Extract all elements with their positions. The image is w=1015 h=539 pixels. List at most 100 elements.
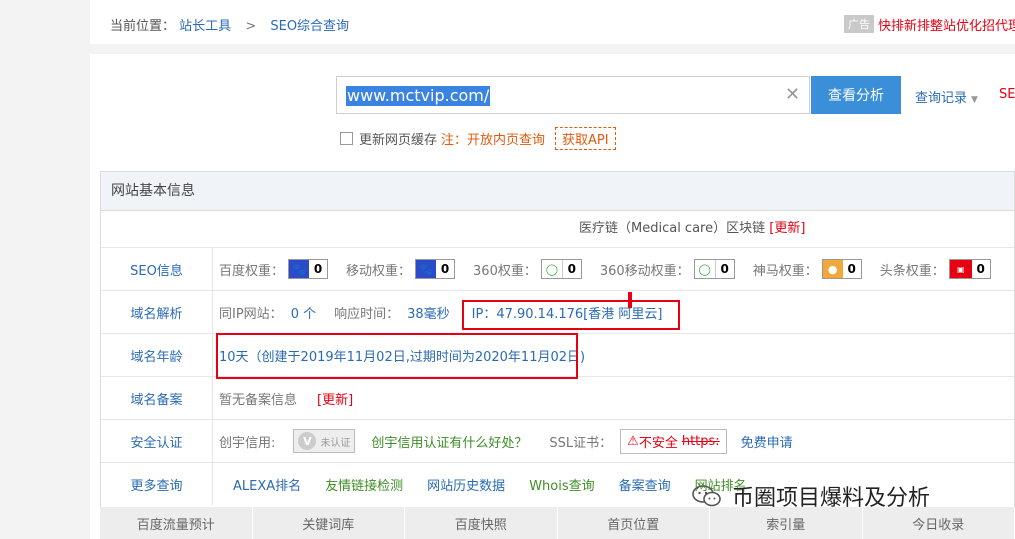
tab-home-position[interactable]: 首页位置: [558, 507, 710, 539]
same-ip-link[interactable]: 0 个: [291, 303, 316, 322]
more-label: 更多查询: [101, 463, 213, 505]
breadcrumb-prefix: 当前位置：: [110, 19, 176, 34]
weight-value: 0: [436, 260, 455, 278]
watermark-text: 币圈项目爆料及分析: [732, 486, 931, 511]
shield-icon: V: [298, 432, 317, 450]
watermark: 币圈项目爆料及分析: [692, 480, 930, 512]
security-label: 安全认证: [101, 420, 213, 462]
weight-label: 头条权重：: [879, 263, 945, 279]
baidu-paw-icon: 🐾: [416, 260, 437, 278]
trust-benefit-link[interactable]: 创宇信用认证有什么好处？: [371, 432, 527, 451]
se-link[interactable]: SE: [999, 87, 1015, 102]
weight-value: 0: [309, 260, 328, 278]
domain-age-label: 域名年龄: [101, 334, 213, 376]
seo-weights: 百度权重： 🐾 0 移动权重： 🐾 0 360权重： ◯ 0 360移动权重： ◯ 0 …: [213, 248, 1009, 290]
weight-value: 0: [715, 260, 734, 278]
inner-page-note-link[interactable]: 注：开放内页查询: [441, 129, 545, 148]
security-content: 创宇信用: V 未认证 创宇信用认证有什么好处？ SSL证书： ⚠ 不安全 https…: [213, 420, 793, 462]
trust-badge[interactable]: V 未认证: [293, 429, 356, 453]
icp-value: 暂无备案信息: [219, 392, 298, 408]
site-info-title: 网站基本信息: [101, 172, 1014, 211]
weight-label: 百度权重：: [219, 263, 285, 279]
get-api-button[interactable]: 获取API: [555, 127, 616, 150]
icp-label: 域名备案: [101, 377, 213, 419]
trust-label: 创宇信用:: [219, 435, 276, 451]
tab-baidu-traffic[interactable]: 百度流量预计: [100, 507, 253, 539]
breadcrumb: 当前位置： 站长工具 > SEO综合查询: [110, 15, 349, 34]
free-apply-link[interactable]: 免费申请: [741, 432, 793, 451]
seo-row: SEO信息 百度权重： 🐾 0 移动权重： 🐾 0 360权重： ◯ 0 360移动权…: [101, 248, 1014, 291]
ad-link[interactable]: 快排新排整站优化招代理: [878, 15, 1015, 34]
shenma-weight[interactable]: 神马权重： ● 0: [753, 259, 862, 279]
breadcrumb-separator: >: [245, 19, 257, 34]
search-options: 更新网页缓存 注：开放内页查询 获取API: [340, 127, 616, 150]
more-links: ALEXA排名 友情链接检测 网站历史数据 Whois查询 备案查询 网站排名: [213, 463, 771, 505]
trust-badge-text: 未认证: [320, 437, 351, 449]
icp-query-link[interactable]: 备案查询: [619, 475, 671, 494]
ssl-warn-text: 不安全: [638, 435, 678, 451]
mobile-weight[interactable]: 移动权重： 🐾 0: [346, 259, 456, 279]
whois-link[interactable]: Whois查询: [529, 475, 594, 494]
history-dropdown[interactable]: 查询记录 ▼: [915, 87, 978, 106]
toutiao-icon: ▣: [949, 260, 972, 278]
blockchain-row: 医疗链（Medical care）区块链 [更新]: [101, 211, 1014, 248]
weight-badge: 🐾 0: [415, 259, 456, 279]
360-weight[interactable]: 360权重： ◯ 0: [473, 259, 582, 279]
alexa-link[interactable]: ALEXA排名: [233, 475, 301, 494]
weight-label: 360移动权重：: [599, 263, 690, 279]
weight-value: 0: [562, 260, 581, 278]
highlight-marker: [628, 292, 632, 308]
weight-badge: ● 0: [821, 259, 862, 279]
chevron-down-icon: ▼: [971, 95, 978, 105]
weight-badge: ◯ 0: [540, 259, 582, 279]
ssl-label: SSL证书：: [549, 435, 613, 451]
warning-icon: ⚠: [627, 433, 639, 449]
highlight-ip-box: [462, 300, 680, 330]
chain-update-link[interactable]: [更新]: [769, 221, 805, 236]
icp-update-link[interactable]: [更新]: [317, 389, 353, 408]
breadcrumb-current-link[interactable]: SEO综合查询: [270, 19, 349, 34]
360-icon: ◯: [694, 260, 716, 278]
360-mobile-weight[interactable]: 360移动权重： ◯ 0: [600, 259, 735, 279]
breadcrumb-home-link[interactable]: 站长工具: [179, 19, 231, 34]
toutiao-weight[interactable]: 头条权重： ▣ 0: [880, 259, 991, 279]
shenma-icon: ●: [822, 260, 843, 278]
security-row: 安全认证 创宇信用: V 未认证 创宇信用认证有什么好处？ SSL证书： ⚠ 不安全…: [101, 420, 1014, 463]
icp-row: 域名备案 暂无备案信息 [更新]: [101, 377, 1014, 420]
main-panel: www.mctvip.com/ ✕ 查看分析 查询记录 ▼ SE 更新网页缓存 注…: [90, 54, 1015, 539]
search-box: www.mctvip.com/ ✕: [336, 76, 810, 114]
dns-label: 域名解析: [101, 291, 213, 333]
refresh-cache-checkbox[interactable]: [340, 132, 353, 145]
ssl-badge[interactable]: ⚠ 不安全 https:: [620, 428, 727, 454]
weight-value: 0: [842, 260, 861, 278]
360-icon: ◯: [541, 260, 563, 278]
analyze-button[interactable]: 查看分析: [811, 76, 901, 114]
friend-link-check[interactable]: 友情链接检测: [325, 475, 403, 494]
icp-content: 暂无备案信息 [更新]: [213, 377, 353, 419]
refresh-cache-label: 更新网页缓存: [359, 133, 438, 148]
weight-badge: ◯ 0: [693, 259, 735, 279]
weight-label: 360权重：: [473, 263, 537, 279]
weight-label: 移动权重：: [346, 263, 412, 279]
weight-value: 0: [971, 260, 990, 278]
search-input[interactable]: www.mctvip.com/: [346, 86, 491, 106]
response-time-value: 38毫秒: [407, 306, 450, 322]
weight-badge: ▣ 0: [948, 259, 991, 279]
ad-tag: 广告: [844, 15, 874, 33]
response-time-label: 响应时间：: [334, 306, 400, 322]
baidu-weight[interactable]: 百度权重： 🐾 0: [219, 259, 329, 279]
weight-badge: 🐾 0: [288, 259, 329, 279]
seo-label: SEO信息: [101, 248, 213, 290]
highlight-age-box: [216, 333, 578, 379]
tab-baidu-snapshot[interactable]: 百度快照: [405, 507, 558, 539]
weight-label: 神马权重：: [752, 263, 818, 279]
baidu-paw-icon: 🐾: [289, 260, 310, 278]
wechat-icon: [692, 485, 721, 507]
close-icon[interactable]: ✕: [785, 84, 800, 105]
history-label: 查询记录: [915, 91, 968, 106]
top-bar: 当前位置： 站长工具 > SEO综合查询 广告 快排新排整站优化招代理: [90, 0, 1015, 44]
tab-keywords[interactable]: 关键词库: [253, 507, 405, 539]
ssl-https-text: https:: [681, 433, 720, 449]
site-history-link[interactable]: 网站历史数据: [427, 475, 505, 494]
chain-text: 医疗链（Medical care）区块链: [579, 221, 766, 236]
